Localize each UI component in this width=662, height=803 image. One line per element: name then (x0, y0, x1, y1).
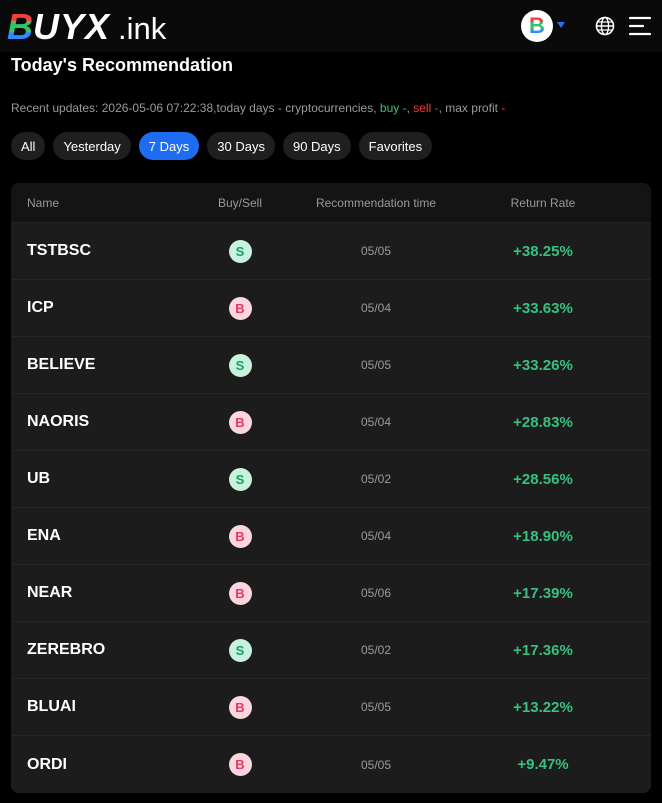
updates-max-profit: - (501, 101, 506, 115)
table-row[interactable]: BELIEVE S 05/05 +33.26% (11, 337, 651, 394)
buy-sell-cell: B (207, 565, 273, 621)
header-recommendation-time[interactable]: Recommendation time (301, 183, 451, 222)
updates-middle: , max profit (438, 101, 502, 115)
sell-badge: S (228, 239, 252, 263)
logo[interactable]: B UYX .ink (7, 6, 167, 47)
logo-b: B (7, 6, 33, 47)
return-rate: +33.63% (513, 299, 573, 317)
table-row[interactable]: UB S 05/02 +28.56% (11, 451, 651, 508)
return-rate: +28.56% (513, 470, 573, 488)
recommendation-time: 05/02 (360, 472, 392, 486)
coin-name: BLUAI (27, 698, 76, 715)
updates-sell: sell - (413, 101, 439, 115)
recommendation-time: 05/06 (360, 586, 392, 600)
recommendation-time: 05/04 (360, 301, 392, 315)
avatar-letter: B (529, 13, 545, 38)
recommendation-table: Name Buy/Sell Recommendation time Return… (11, 183, 651, 793)
return-rate: +33.26% (513, 356, 573, 374)
coin-name: ORDI (27, 755, 67, 773)
buy-sell-cell: B (207, 679, 273, 735)
coin-name: ICP (27, 299, 54, 316)
buy-badge: B (228, 410, 252, 434)
filter-tabs: All Yesterday 7 Days 30 Days 90 Days Fav… (11, 132, 433, 160)
return-rate: +13.22% (513, 698, 573, 716)
buy-sell-cell: S (207, 337, 273, 393)
sell-badge: S (228, 638, 252, 662)
buy-badge: B (228, 753, 252, 776)
return-rate: +38.25% (513, 242, 573, 260)
avatar[interactable]: B (521, 10, 553, 42)
filter-yesterday[interactable]: Yesterday (53, 132, 131, 160)
buy-sell-cell: B (207, 508, 273, 564)
buy-sell-cell: B (207, 736, 273, 793)
filter-30-days[interactable]: 30 Days (207, 132, 275, 160)
recent-updates: Recent updates: 2026-05-06 07:22:38,toda… (11, 101, 505, 115)
table-header: Name Buy/Sell Recommendation time Return… (11, 183, 651, 223)
menu-icon[interactable] (628, 15, 652, 37)
globe-icon[interactable] (594, 15, 616, 37)
buy-sell-cell: S (207, 451, 273, 507)
return-rate: +28.83% (513, 413, 573, 431)
buy-sell-cell: S (207, 223, 273, 279)
table-body: TSTBSC S 05/05 +38.25% ICP B 05/04 +33.63% BELIE… (11, 223, 651, 793)
recommendation-time: 05/05 (360, 700, 392, 714)
buy-badge: B (228, 296, 252, 320)
buy-sell-cell: B (207, 280, 273, 336)
table-row[interactable]: NAORIS B 05/04 +28.83% (11, 394, 651, 451)
logo-text: UYX (33, 6, 111, 47)
return-rate: +9.47% (517, 756, 569, 773)
filter-all[interactable]: All (11, 132, 46, 160)
filter-90-days[interactable]: 90 Days (282, 132, 351, 160)
sell-badge: S (228, 353, 252, 377)
buy-badge: B (228, 695, 252, 719)
table-row[interactable]: ZEREBRO S 05/02 +17.36% (11, 622, 651, 679)
logo-suffix: .ink (118, 11, 167, 46)
return-rate: +18.90% (513, 527, 573, 545)
table-row[interactable]: NEAR B 05/06 +17.39% (11, 565, 651, 622)
coin-name: TSTBSC (27, 242, 91, 259)
caret-down-icon[interactable] (557, 22, 565, 28)
recommendation-time: 05/05 (360, 244, 392, 258)
table-row[interactable]: ORDI B 05/05 +9.47% (11, 736, 651, 793)
filter-favorites[interactable]: Favorites (358, 132, 433, 160)
table-row[interactable]: TSTBSC S 05/05 +38.25% (11, 223, 651, 280)
coin-name: BELIEVE (27, 356, 96, 373)
updates-buy: buy - (379, 101, 407, 115)
table-row[interactable]: ENA B 05/04 +18.90% (11, 508, 651, 565)
recommendation-time: 05/05 (360, 757, 392, 772)
recommendation-time: 05/04 (360, 415, 392, 429)
recommendation-time: 05/05 (360, 358, 392, 372)
coin-name: UB (27, 470, 51, 487)
filter-7-days[interactable]: 7 Days (138, 132, 200, 160)
sell-badge: S (228, 467, 252, 491)
buy-badge: B (228, 524, 252, 548)
top-bar: B UYX .ink B (0, 0, 662, 52)
buy-badge: B (228, 581, 252, 605)
return-rate: +17.36% (513, 641, 573, 659)
coin-name: ENA (27, 527, 61, 544)
header-name[interactable]: Name (27, 183, 59, 222)
table-row[interactable]: BLUAI B 05/05 +13.22% (11, 679, 651, 736)
buy-sell-cell: B (207, 394, 273, 450)
return-rate: +17.39% (513, 584, 573, 602)
page-title: Today's Recommendation (11, 55, 233, 75)
coin-name: NAORIS (27, 413, 90, 430)
table-row[interactable]: ICP B 05/04 +33.63% (11, 280, 651, 337)
coin-name: ZEREBRO (27, 641, 106, 658)
recommendation-time: 05/02 (360, 643, 392, 657)
updates-prefix: Recent updates: 2026-05-06 07:22:38,toda… (11, 101, 380, 115)
header-return-rate[interactable]: Return Rate (481, 183, 605, 222)
buy-sell-cell: S (207, 622, 273, 678)
recommendation-time: 05/04 (360, 529, 392, 543)
header-buy-sell[interactable]: Buy/Sell (207, 183, 273, 222)
coin-name: NEAR (27, 584, 73, 601)
